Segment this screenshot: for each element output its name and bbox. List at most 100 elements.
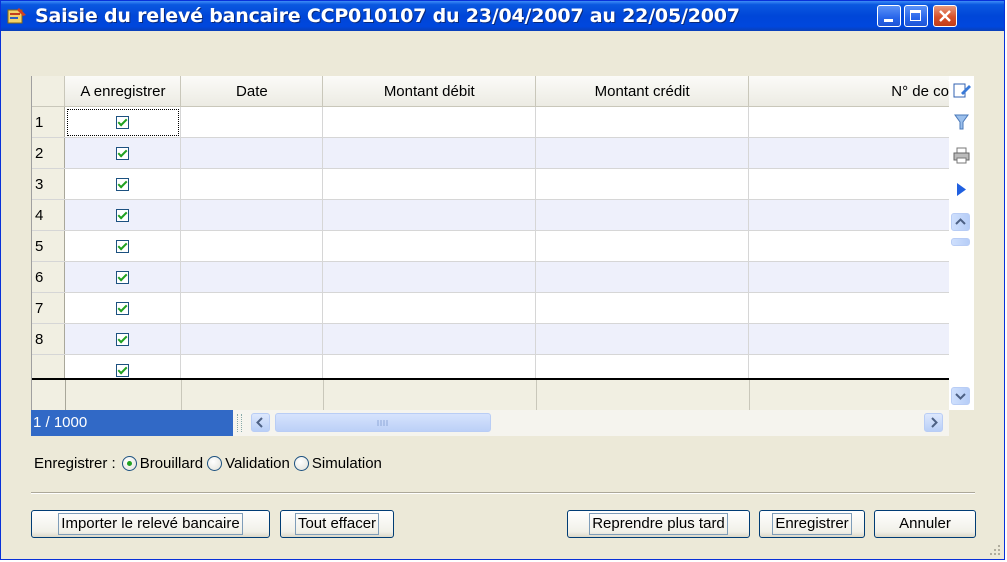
radio-icon[interactable]: [293, 456, 309, 471]
date-cell[interactable]: [180, 230, 324, 262]
date-cell[interactable]: [180, 137, 324, 169]
table-row[interactable]: 2: [32, 137, 950, 169]
date-cell[interactable]: [180, 292, 324, 324]
vertical-scroll-thumb[interactable]: [951, 238, 970, 246]
app-icon: [7, 8, 26, 24]
number-cell[interactable]: [748, 137, 950, 169]
number-cell[interactable]: [748, 292, 950, 324]
checkbox[interactable]: [116, 178, 130, 192]
edit-icon[interactable]: [952, 81, 971, 100]
debit-cell[interactable]: [322, 292, 537, 324]
minimize-icon: [884, 19, 893, 22]
table-row[interactable]: 3: [32, 168, 950, 200]
radio-selected-icon[interactable]: [121, 456, 137, 471]
chevron-right-icon: [931, 417, 938, 428]
checkbox[interactable]: [116, 333, 130, 347]
minimize-button[interactable]: [877, 5, 901, 27]
number-cell[interactable]: [748, 323, 950, 355]
statement-grid[interactable]: A enregistrer Date Montant débit Montant…: [31, 76, 950, 410]
number-cell[interactable]: [748, 199, 950, 231]
table-row[interactable]: 8: [32, 323, 950, 355]
next-icon[interactable]: [952, 180, 971, 199]
chevron-down-icon: [955, 393, 966, 400]
checkbox-cell[interactable]: [64, 261, 182, 293]
resume-later-button[interactable]: Reprendre plus tard: [567, 510, 750, 538]
column-header-a-enregistrer[interactable]: A enregistrer: [64, 76, 182, 107]
checkbox-cell[interactable]: [64, 292, 182, 324]
radio-simulation[interactable]: Simulation: [293, 455, 382, 472]
checkbox-cell[interactable]: [64, 323, 182, 355]
filter-icon[interactable]: [952, 112, 971, 131]
checkbox[interactable]: [116, 116, 130, 130]
date-cell[interactable]: [180, 106, 324, 138]
checkbox-cell[interactable]: [64, 106, 182, 138]
table-row[interactable]: 6: [32, 261, 950, 293]
column-header-date[interactable]: Date: [180, 76, 324, 107]
table-row[interactable]: 5: [32, 230, 950, 262]
row-number: 2: [32, 137, 66, 169]
scroll-right-button[interactable]: [924, 413, 943, 432]
horizontal-scroll-thumb[interactable]: [275, 413, 491, 432]
checkbox[interactable]: [116, 302, 130, 316]
date-cell[interactable]: [180, 168, 324, 200]
checkbox-cell[interactable]: [64, 199, 182, 231]
credit-cell[interactable]: [535, 261, 750, 293]
debit-cell[interactable]: [322, 230, 537, 262]
grip-handle[interactable]: [237, 414, 242, 432]
cancel-button[interactable]: Annuler: [874, 510, 976, 538]
credit-cell[interactable]: [535, 137, 750, 169]
debit-cell[interactable]: [322, 137, 537, 169]
credit-cell[interactable]: [535, 168, 750, 200]
radio-icon[interactable]: [207, 456, 223, 471]
checkbox[interactable]: [116, 240, 130, 254]
column-header-montant-debit[interactable]: Montant débit: [322, 76, 537, 107]
column-header-montant-credit[interactable]: Montant crédit: [535, 76, 750, 107]
checkbox-cell[interactable]: [64, 168, 182, 200]
table-row[interactable]: 4: [32, 199, 950, 231]
column-header-numero[interactable]: N° de co: [748, 76, 950, 107]
table-row[interactable]: 1: [32, 106, 950, 138]
radio-validation[interactable]: Validation: [207, 455, 290, 472]
scroll-up-button[interactable]: [951, 213, 970, 231]
checkbox[interactable]: [116, 271, 130, 285]
date-cell[interactable]: [180, 323, 324, 355]
number-cell[interactable]: [748, 261, 950, 293]
debit-cell[interactable]: [322, 199, 537, 231]
credit-cell[interactable]: [535, 106, 750, 138]
number-cell[interactable]: [748, 106, 950, 138]
debit-cell[interactable]: [322, 168, 537, 200]
checkbox-cell[interactable]: [64, 230, 182, 262]
debit-cell[interactable]: [322, 323, 537, 355]
checkbox[interactable]: [116, 147, 130, 161]
save-button[interactable]: Enregistrer: [759, 510, 865, 538]
close-button[interactable]: [933, 5, 957, 27]
date-cell[interactable]: [180, 261, 324, 293]
scroll-down-button[interactable]: [951, 387, 970, 405]
horizontal-scrollbar[interactable]: [233, 410, 949, 436]
number-cell[interactable]: [748, 230, 950, 262]
number-cell[interactable]: [748, 168, 950, 200]
credit-cell[interactable]: [535, 230, 750, 262]
credit-cell[interactable]: [535, 199, 750, 231]
row-number: 5: [32, 230, 66, 262]
maximize-button[interactable]: [904, 5, 928, 27]
debit-cell[interactable]: [322, 106, 537, 138]
clear-all-button[interactable]: Tout effacer: [280, 510, 394, 538]
print-icon[interactable]: [952, 146, 971, 165]
credit-cell[interactable]: [535, 323, 750, 355]
title-bar[interactable]: Saisie du relevé bancaire CCP010107 du 2…: [1, 1, 1004, 31]
scroll-left-button[interactable]: [251, 413, 270, 432]
resize-grip-icon[interactable]: [988, 543, 1002, 557]
grid-table: A enregistrer Date Montant débit Montant…: [32, 76, 950, 386]
close-icon: [939, 10, 951, 22]
window-title: Saisie du relevé bancaire CCP010107 du 2…: [35, 5, 740, 27]
import-statement-button[interactable]: Importer le relevé bancaire: [31, 510, 270, 538]
radio-brouillard[interactable]: Brouillard: [121, 455, 203, 472]
checkbox[interactable]: [116, 209, 130, 223]
date-cell[interactable]: [180, 199, 324, 231]
debit-cell[interactable]: [322, 261, 537, 293]
credit-cell[interactable]: [535, 292, 750, 324]
table-row[interactable]: 7: [32, 292, 950, 324]
checkbox[interactable]: [116, 364, 130, 378]
checkbox-cell[interactable]: [64, 137, 182, 169]
